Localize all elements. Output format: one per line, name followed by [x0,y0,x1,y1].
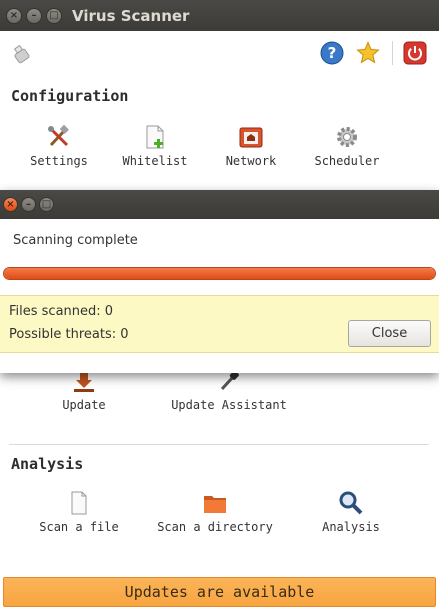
help-icon[interactable]: ? [320,41,344,65]
files-scanned-text: Files scanned: 0 [9,304,114,319]
window-maximize-button[interactable]: □ [46,8,62,24]
scan-file-label: Scan a file [39,520,119,534]
scan-progress-bar [3,267,436,280]
svg-text:?: ? [328,44,337,62]
power-icon[interactable] [403,41,427,65]
document-add-icon [146,125,164,149]
scan-directory-button[interactable]: Scan a directory [150,490,280,534]
analysis-label: Analysis [322,520,380,534]
window-close-button[interactable]: × [6,8,22,24]
scheduler-button[interactable]: Scheduler [292,124,402,168]
scan-file-button[interactable]: Scan a file [24,490,134,534]
toolbar-separator [392,41,393,65]
update-label: Update [62,398,106,412]
dialog-close-icon[interactable]: × [3,197,18,212]
scheduler-label: Scheduler [314,154,380,168]
update-assistant-label: Update Assistant [171,398,287,412]
network-label: Network [225,154,277,168]
star-icon[interactable] [356,41,380,65]
tools-icon [48,124,69,147]
magnifier-icon [339,491,363,515]
window-minimize-button[interactable]: – [26,8,42,24]
window-title: Virus Scanner [72,7,190,25]
scan-directory-label: Scan a directory [157,520,273,534]
network-button[interactable]: Network [196,124,306,168]
title-bar: × – □ Virus Scanner [0,0,439,31]
dialog-maximize-icon[interactable]: □ [39,197,54,212]
update-assistant-button[interactable]: Update Assistant [159,368,299,412]
usb-drive-icon[interactable] [11,43,33,65]
scan-results-panel: Files scanned: 0 Possible threats: 0 Clo… [0,295,439,353]
configuration-heading: Configuration [11,87,129,105]
scan-dialog: × – □ Scanning complete Files scanned: 0… [0,190,439,373]
updates-available-banner[interactable]: Updates are available [3,577,436,607]
dialog-title-bar: × – □ [0,190,439,219]
scan-progress-fill [4,268,435,279]
whitelist-label: Whitelist [122,154,188,168]
dialog-body: Scanning complete Files scanned: 0 Possi… [0,219,439,373]
analysis-heading: Analysis [11,455,84,473]
file-icon [71,491,87,515]
network-icon [239,127,263,148]
scan-status-text: Scanning complete [13,233,138,248]
update-button[interactable]: Update [29,368,139,412]
possible-threats-text: Possible threats: 0 [9,327,129,342]
close-button[interactable]: Close [348,320,431,347]
analysis-button[interactable]: Analysis [296,490,406,534]
settings-button[interactable]: Settings [4,124,114,168]
folder-icon [204,496,226,513]
dialog-minimize-icon[interactable]: – [21,197,36,212]
whitelist-button[interactable]: Whitelist [100,124,210,168]
gear-icon [337,127,357,147]
settings-label: Settings [30,154,88,168]
section-divider [9,444,429,445]
